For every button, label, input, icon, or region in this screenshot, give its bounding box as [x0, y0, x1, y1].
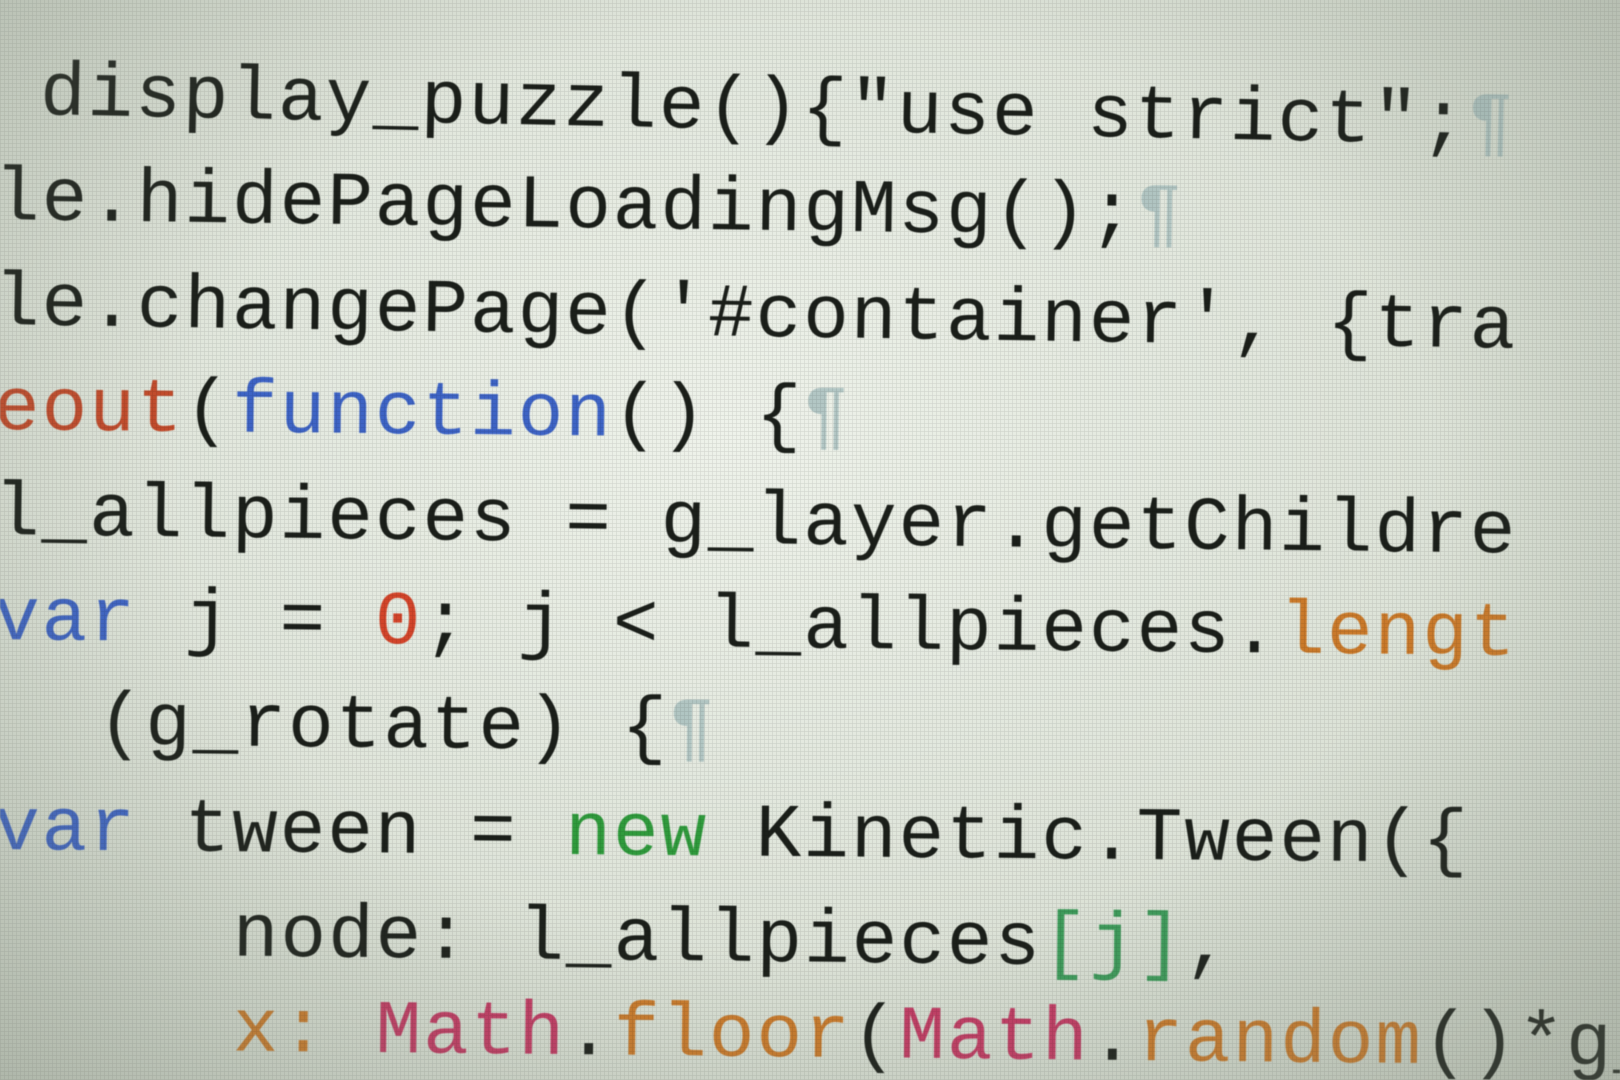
code-token: ; j < l_allpieces.	[422, 580, 1280, 676]
code-editor[interactable]: display_puzzle(){"use strict";¶ le.hidePa…	[0, 0, 1620, 1080]
code-line[interactable]: x: Math.floor(Math.random()*g_b	[89, 975, 1620, 1080]
code-token: 0	[374, 579, 423, 667]
pilcrow-marker-icon: ¶	[1135, 171, 1185, 259]
code-token: node: l_allpieces	[89, 891, 1043, 987]
code-token: () {	[612, 372, 804, 461]
code-token: le.hidePageLoadingMsg();	[0, 156, 1138, 258]
code-token: (g_rotate) {	[49, 681, 670, 773]
pilcrow-marker-icon: ¶	[802, 374, 852, 461]
pilcrow-marker-icon: ¶	[1467, 80, 1517, 168]
code-token: random	[1136, 996, 1424, 1080]
code-token: new	[564, 790, 709, 879]
code-token: tween =	[136, 787, 566, 877]
code-token: eout	[0, 366, 185, 454]
code-token: .	[1089, 996, 1138, 1080]
code-token: x:	[89, 986, 377, 1075]
code-line[interactable]: var j = 0; j < l_allpieces.lengt	[0, 565, 1518, 689]
code-line[interactable]: le.hidePageLoadingMsg();¶	[0, 145, 1185, 270]
code-token: le.changePage('#container', {tra	[0, 261, 1518, 371]
code-token: lengt	[1278, 589, 1518, 678]
editor-screen: display_puzzle(){"use strict";¶ le.hidePa…	[0, 0, 1620, 1080]
code-token: var	[0, 576, 138, 664]
code-token: floor	[613, 991, 853, 1080]
code-token: Math	[375, 988, 567, 1077]
code-token: var	[0, 786, 138, 874]
code-token: ()*g_b	[1422, 999, 1620, 1080]
code-token: (	[183, 367, 233, 455]
code-token: ,	[1184, 902, 1233, 989]
code-token: l_allpieces = g_layer.getChildre	[0, 471, 1518, 576]
code-token: [j]	[1041, 900, 1186, 989]
code-token: Math	[898, 994, 1091, 1080]
code-token: Kinetic.Tween({	[707, 792, 1471, 885]
code-line[interactable]: (g_rotate) {¶	[50, 670, 717, 784]
code-line[interactable]: eout(function() {¶	[0, 355, 851, 472]
code-token: j =	[136, 577, 376, 666]
code-token: (	[851, 993, 900, 1080]
pilcrow-marker-icon: ¶	[668, 686, 717, 773]
code-token: .	[565, 990, 615, 1078]
code-line[interactable]: var tween = new Kinetic.Tween({	[0, 775, 1470, 896]
code-token: function	[231, 368, 614, 459]
